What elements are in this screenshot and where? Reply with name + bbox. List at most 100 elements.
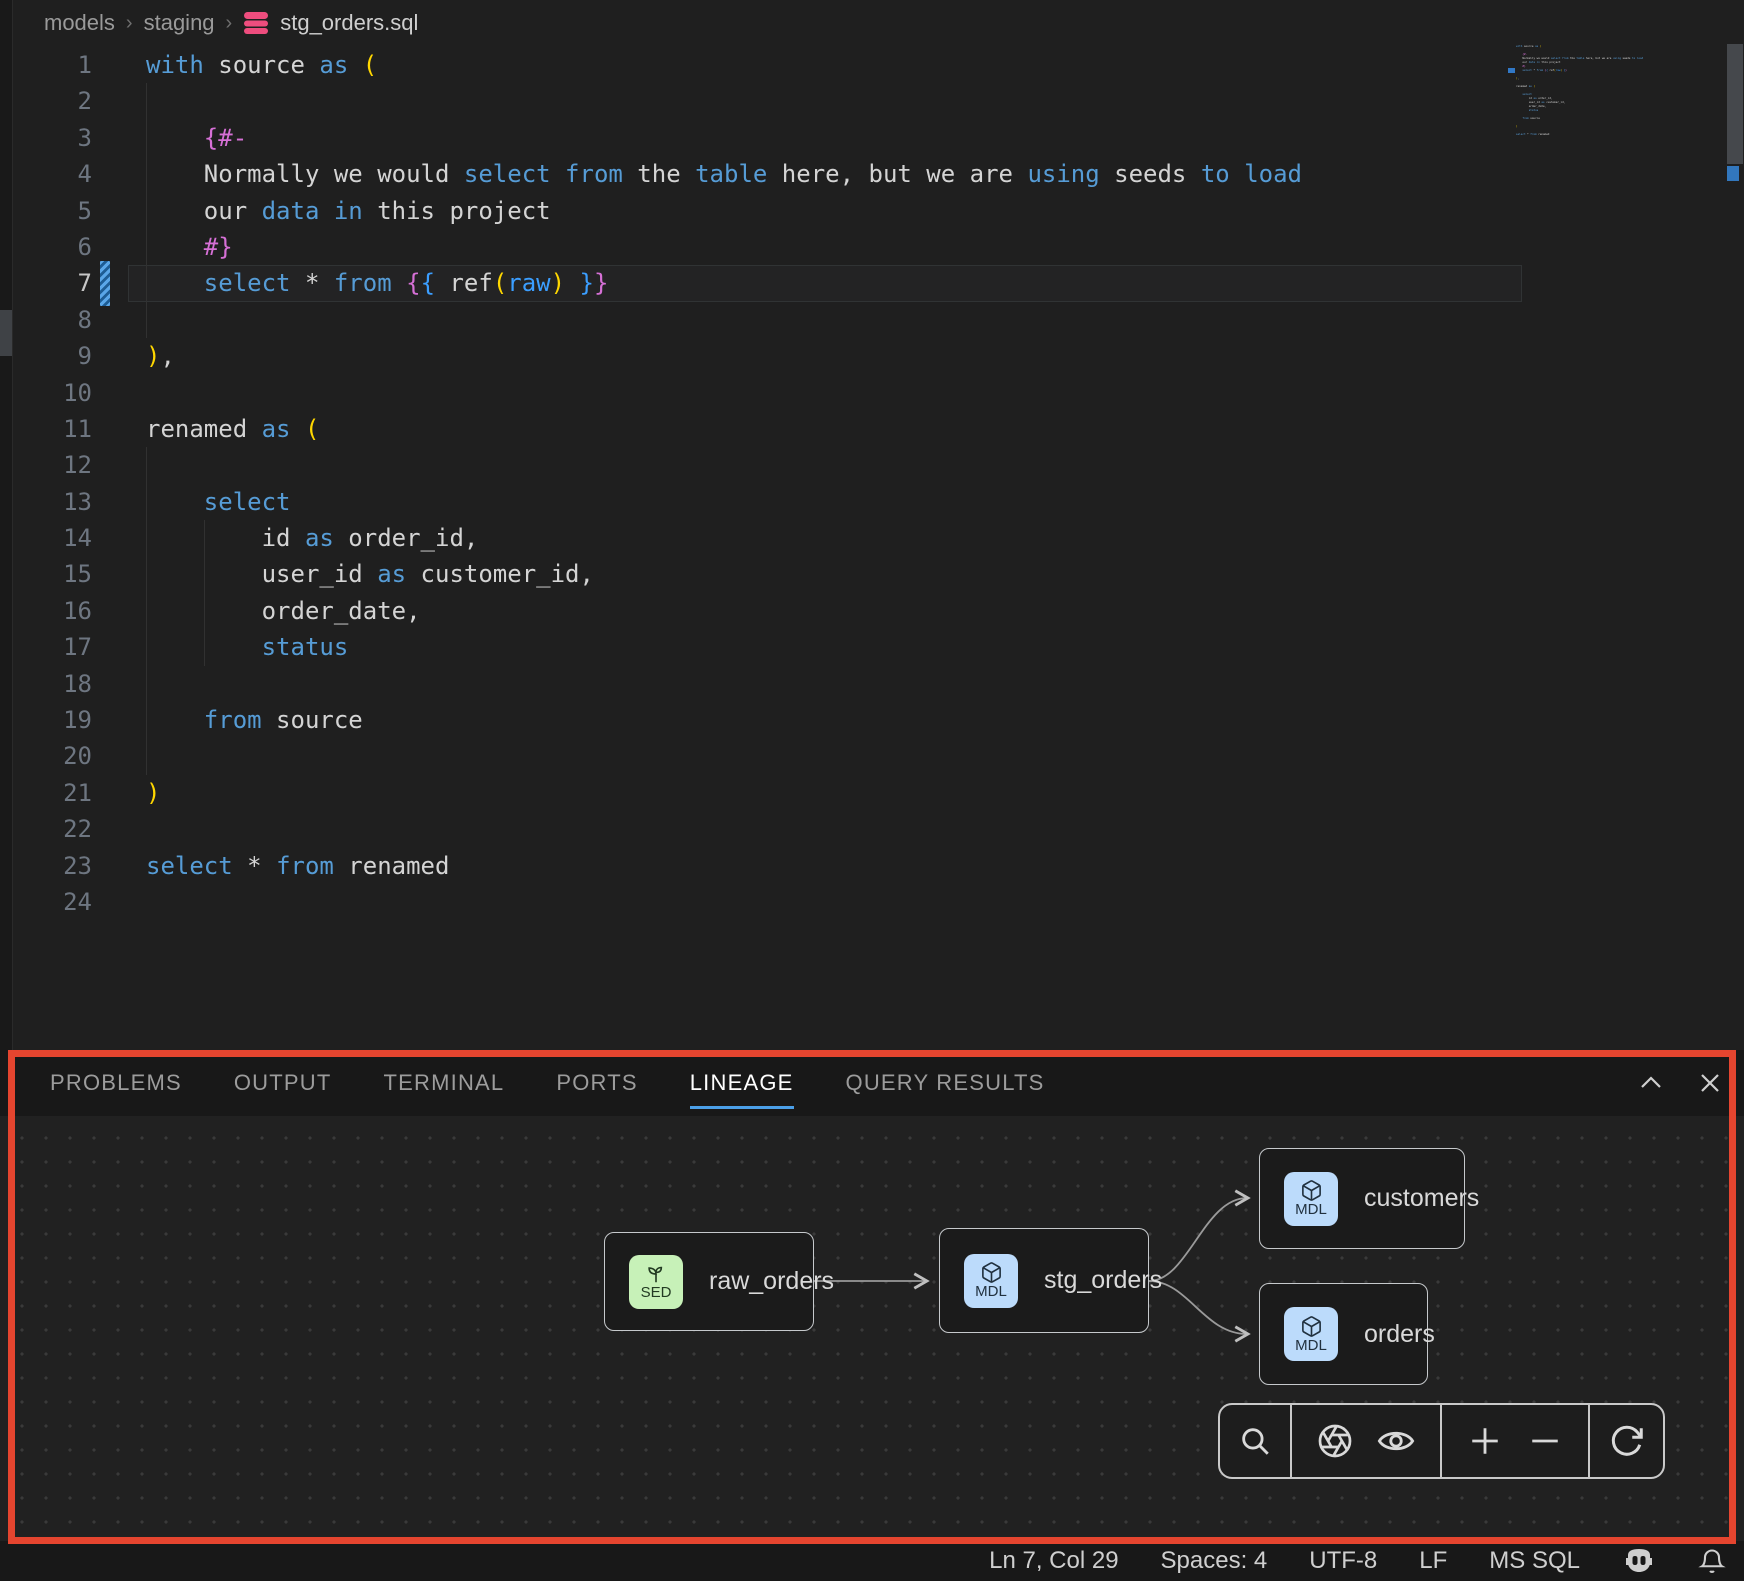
search-icon[interactable] (1238, 1424, 1272, 1458)
breadcrumb-item-staging[interactable]: staging (144, 10, 215, 36)
line-number: 5 (14, 193, 92, 229)
node-label: stg_orders (1044, 1266, 1162, 1295)
bottom-panel: PROBLEMS OUTPUT TERMINAL PORTS LINEAGE QUERY … (0, 1050, 1744, 1546)
status-item[interactable]: MS SQL (1489, 1547, 1580, 1575)
minimap[interactable]: with source as ( {#- Normally we would s… (1516, 44, 1670, 140)
tab-ports[interactable]: PORTS (556, 1070, 637, 1096)
line-number: 15 (14, 556, 92, 592)
code-line-6[interactable]: 6 #} (14, 229, 1522, 265)
breadcrumb-file[interactable]: stg_orders.sql (280, 10, 418, 36)
code-line-7[interactable]: 7 select * from {{ ref(raw) }} (14, 265, 1522, 301)
code-line-12[interactable]: 12 (14, 447, 1522, 483)
line-number: 8 (14, 302, 92, 338)
status-item[interactable]: Spaces: 4 (1161, 1547, 1268, 1575)
line-number: 21 (14, 775, 92, 811)
zoom-in-icon[interactable] (1468, 1424, 1502, 1458)
line-number: 7 (14, 265, 92, 301)
line-number: 12 (14, 447, 92, 483)
code-line-18[interactable]: 18 (14, 666, 1522, 702)
code-line-14[interactable]: 14 id as order_id, (14, 520, 1522, 556)
line-number: 6 (14, 229, 92, 265)
bell-icon[interactable] (1698, 1547, 1726, 1575)
status-bar: Ln 7, Col 29 Spaces: 4 UTF-8 LF MS SQL (0, 1541, 1744, 1581)
panel-tab-bar: PROBLEMS OUTPUT TERMINAL PORTS LINEAGE QUERY … (0, 1050, 1744, 1116)
lineage-canvas[interactable]: SEDraw_ordersMDLstg_ordersMDLcustomersMD… (0, 1116, 1744, 1546)
line-number: 22 (14, 811, 92, 847)
model-icon: MDL (1284, 1172, 1338, 1226)
tab-problems[interactable]: PROBLEMS (50, 1070, 182, 1096)
status-item[interactable]: Ln 7, Col 29 (989, 1547, 1118, 1575)
code-line-1[interactable]: 1with source as ( (14, 47, 1522, 83)
code-line-10[interactable]: 10 (14, 375, 1522, 411)
activity-bar-edge (0, 0, 13, 1050)
line-number: 11 (14, 411, 92, 447)
code-line-11[interactable]: 11renamed as ( (14, 411, 1522, 447)
modified-line-marker (100, 261, 110, 305)
code-line-3[interactable]: 3 {#- (14, 120, 1522, 156)
code-line-4[interactable]: 4 Normally we would select from the tabl… (14, 156, 1522, 192)
line-number: 23 (14, 848, 92, 884)
lineage-node-stg_orders[interactable]: MDLstg_orders (939, 1228, 1149, 1333)
code-line-9[interactable]: 9), (14, 338, 1522, 374)
editor-scrollbar[interactable] (1727, 44, 1743, 164)
code-line-19[interactable]: 19 from source (14, 702, 1522, 738)
overview-ruler-modified-marker (1727, 166, 1739, 181)
lineage-node-customers[interactable]: MDLcustomers (1259, 1148, 1465, 1249)
panel-maximize-button[interactable] (1638, 1074, 1664, 1092)
tab-lineage[interactable]: LINEAGE (690, 1070, 794, 1096)
code-line-2[interactable]: 2 (14, 83, 1522, 119)
line-number: 2 (14, 83, 92, 119)
breadcrumb-item-models[interactable]: models (44, 10, 115, 36)
line-number: 4 (14, 156, 92, 192)
code-line-5[interactable]: 5 our data in this project (14, 193, 1522, 229)
zoom-out-icon[interactable] (1528, 1424, 1562, 1458)
code-editor[interactable]: 1with source as (23 {#-4 Normally we wou… (14, 47, 1522, 920)
node-label: orders (1364, 1320, 1435, 1349)
code-line-21[interactable]: 21) (14, 775, 1522, 811)
code-line-17[interactable]: 17 status (14, 629, 1522, 665)
node-label: customers (1364, 1184, 1479, 1213)
line-number: 13 (14, 484, 92, 520)
status-item[interactable]: UTF-8 (1309, 1547, 1377, 1575)
node-label: raw_orders (709, 1267, 834, 1296)
line-number: 18 (14, 666, 92, 702)
status-item[interactable]: LF (1419, 1547, 1447, 1575)
copilot-icon[interactable] (1622, 1548, 1656, 1574)
tab-output[interactable]: OUTPUT (234, 1070, 332, 1096)
refresh-icon[interactable] (1609, 1423, 1645, 1459)
panel-close-button[interactable] (1698, 1071, 1722, 1095)
line-number: 17 (14, 629, 92, 665)
code-line-13[interactable]: 13 select (14, 484, 1522, 520)
code-line-24[interactable]: 24 (14, 884, 1522, 920)
lineage-edges (0, 1116, 1744, 1546)
breadcrumb: models › staging › stg_orders.sql (14, 0, 1744, 46)
line-number: 9 (14, 338, 92, 374)
line-number: 1 (14, 47, 92, 83)
tab-terminal[interactable]: TERMINAL (384, 1070, 505, 1096)
chevron-right-icon: › (226, 12, 233, 35)
code-line-16[interactable]: 16 order_date, (14, 593, 1522, 629)
aperture-icon[interactable] (1317, 1423, 1353, 1459)
line-number: 19 (14, 702, 92, 738)
model-icon: MDL (1284, 1307, 1338, 1361)
seed-icon: SED (629, 1255, 683, 1309)
code-line-22[interactable]: 22 (14, 811, 1522, 847)
database-icon (243, 11, 269, 35)
code-line-15[interactable]: 15 user_id as customer_id, (14, 556, 1522, 592)
tab-query-results[interactable]: QUERY RESULTS (846, 1070, 1045, 1096)
line-number: 14 (14, 520, 92, 556)
code-line-23[interactable]: 23select * from renamed (14, 848, 1522, 884)
lineage-node-raw_orders[interactable]: SEDraw_orders (604, 1232, 814, 1331)
left-scrollbar-thumb[interactable] (0, 310, 12, 356)
lineage-node-orders[interactable]: MDLorders (1259, 1283, 1428, 1385)
line-number: 20 (14, 738, 92, 774)
lineage-toolbar (1218, 1403, 1665, 1479)
line-number: 3 (14, 120, 92, 156)
chevron-right-icon: › (126, 12, 133, 35)
model-icon: MDL (964, 1254, 1018, 1308)
line-number: 24 (14, 884, 92, 920)
eye-icon[interactable] (1377, 1422, 1415, 1460)
code-line-8[interactable]: 8 (14, 302, 1522, 338)
code-line-24 (1516, 136, 1670, 140)
code-line-20[interactable]: 20 (14, 738, 1522, 774)
